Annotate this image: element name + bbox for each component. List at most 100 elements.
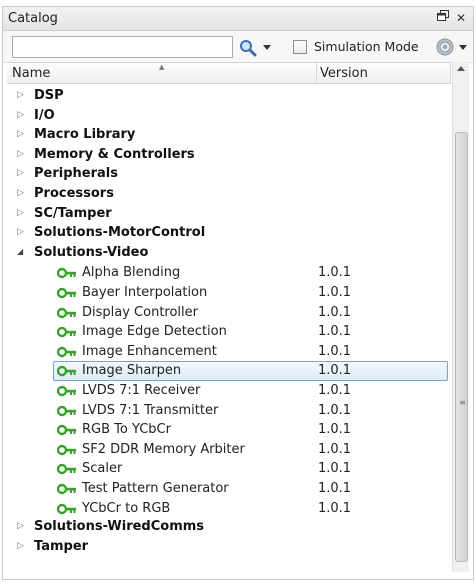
- ip-core-name: Image Sharpen: [82, 363, 182, 379]
- ip-core-key-icon: [56, 463, 77, 475]
- tree-item-row[interactable]: Test Pattern Generator 1.0.1: [7, 479, 451, 499]
- ip-core-name: SF2 DDR Memory Arbiter: [82, 441, 245, 457]
- panel-title: Catalog: [8, 11, 58, 26]
- ip-core-version: 1.0.1: [318, 383, 352, 398]
- ip-core-version: 1.0.1: [318, 402, 352, 418]
- ip-core-version: 1.0.1: [318, 324, 352, 340]
- tree-item-row[interactable]: SF2 DDR Memory Arbiter 1.0.1: [7, 440, 451, 460]
- ip-core-key-icon: [56, 307, 77, 319]
- collapsed-arrow-icon[interactable]: ▷: [17, 147, 29, 161]
- ip-core-key-icon: [56, 326, 77, 338]
- tree-category-row[interactable]: ▷ Processors: [7, 184, 451, 204]
- tree-category-label: DSP: [34, 88, 64, 103]
- tree-category-row[interactable]: ▷ Solutions-MotorControl: [7, 223, 451, 243]
- ip-core-key-icon: [56, 346, 77, 358]
- table-header: Name ▲ Version: [7, 62, 451, 84]
- ip-core-key-icon: [56, 287, 77, 299]
- ip-core-key-icon: [56, 503, 77, 515]
- ip-core-version: 1.0.1: [318, 500, 352, 516]
- tree-item-row[interactable]: Image Edge Detection 1.0.1: [7, 322, 451, 342]
- simulation-mode-label: Simulation Mode: [314, 39, 419, 54]
- tree-category-row[interactable]: ▷ SC/Tamper: [7, 204, 451, 224]
- ip-core-version: 1.0.1: [318, 481, 352, 496]
- ip-core-key-icon: [56, 405, 77, 417]
- tree-category-row[interactable]: ◢ Solutions-Video: [7, 243, 451, 263]
- scrollbar-thumb[interactable]: ≡: [455, 132, 468, 562]
- expanded-arrow-icon[interactable]: ◢: [17, 245, 29, 259]
- collapsed-arrow-icon[interactable]: ▷: [17, 206, 29, 220]
- tree-category-row[interactable]: ▷ Peripherals: [7, 164, 451, 184]
- ip-core-version: 1.0.1: [318, 461, 352, 477]
- search-icon[interactable]: [239, 39, 257, 57]
- ip-core-name: Image Edge Detection: [82, 324, 227, 340]
- tree-category-row[interactable]: ▷ Solutions-WiredComms: [7, 517, 451, 537]
- collapsed-arrow-icon[interactable]: ▷: [17, 88, 29, 102]
- column-header-version[interactable]: Version: [320, 66, 368, 81]
- collapsed-arrow-icon[interactable]: ▷: [17, 108, 29, 122]
- restore-window-icon[interactable]: [435, 10, 451, 26]
- tree-category-label: Processors: [34, 186, 114, 201]
- collapsed-arrow-icon[interactable]: ▷: [17, 166, 29, 180]
- ip-core-name: LVDS 7:1 Transmitter: [82, 402, 219, 418]
- ip-core-version: 1.0.1: [318, 285, 352, 300]
- column-separator[interactable]: [316, 63, 317, 84]
- tree-item-row[interactable]: Alpha Blending 1.0.1: [7, 263, 451, 283]
- panel-titlebar: Catalog ✕: [3, 7, 473, 31]
- tree-item-row[interactable]: YCbCr to RGB 1.0.1: [7, 499, 451, 519]
- ip-core-name: Alpha Blending: [82, 265, 181, 281]
- settings-chevron-icon[interactable]: [459, 45, 467, 50]
- collapsed-arrow-icon[interactable]: ▷: [17, 186, 29, 200]
- ip-core-name: Bayer Interpolation: [82, 285, 208, 300]
- tree-category-row[interactable]: ▷ I/O: [7, 106, 451, 126]
- tree-category-label: I/O: [34, 107, 55, 123]
- collapsed-arrow-icon[interactable]: ▷: [17, 127, 29, 141]
- ip-core-name: YCbCr to RGB: [82, 500, 171, 516]
- ip-core-key-icon: [56, 267, 77, 279]
- ip-core-version: 1.0.1: [318, 363, 352, 379]
- ip-core-version: 1.0.1: [318, 265, 352, 281]
- search-input[interactable]: [12, 36, 233, 58]
- tree-category-label: SC/Tamper: [34, 205, 112, 221]
- tree-category-row[interactable]: ▷ Tamper: [7, 537, 451, 557]
- ip-core-version: 1.0.1: [318, 441, 352, 457]
- tree-category-label: Solutions-WiredComms: [34, 519, 205, 535]
- ip-core-name: RGB To YCbCr: [82, 422, 171, 438]
- close-icon[interactable]: ✕: [453, 10, 469, 26]
- tree-category-label: Solutions-Video: [34, 244, 149, 260]
- ip-core-key-icon: [56, 385, 77, 397]
- ip-core-name: Image Enhancement: [82, 343, 217, 359]
- tree-category-row[interactable]: ▷ Macro Library: [7, 125, 451, 145]
- sort-ascending-icon: ▲: [159, 63, 165, 71]
- tree-category-label: Solutions-MotorControl: [34, 225, 206, 241]
- tree-item-row[interactable]: LVDS 7:1 Transmitter 1.0.1: [7, 401, 451, 421]
- tree-item-row[interactable]: LVDS 7:1 Receiver 1.0.1: [7, 381, 451, 401]
- ip-core-name: LVDS 7:1 Receiver: [82, 383, 201, 398]
- ip-core-key-icon: [56, 424, 77, 436]
- ip-core-version: 1.0.1: [318, 343, 352, 359]
- tree-category-label: Memory & Controllers: [34, 146, 195, 162]
- tree-item-row[interactable]: Image Enhancement 1.0.1: [7, 342, 451, 362]
- collapsed-arrow-icon[interactable]: ▷: [17, 225, 29, 239]
- tree-item-row[interactable]: Scaler 1.0.1: [7, 459, 451, 479]
- ip-core-name: Display Controller: [82, 304, 198, 320]
- tree-item-row[interactable]: Image Sharpen 1.0.1: [7, 361, 451, 382]
- collapsed-arrow-icon[interactable]: ▷: [17, 519, 29, 533]
- tree-item-row[interactable]: Display Controller 1.0.1: [7, 303, 451, 323]
- tree-item-row[interactable]: Bayer Interpolation 1.0.1: [7, 283, 451, 303]
- column-header-name[interactable]: Name: [12, 66, 50, 81]
- scrollbar-grip-icon: ≡: [459, 398, 466, 407]
- simulation-mode-checkbox[interactable]: [293, 40, 307, 54]
- ip-core-version: 1.0.1: [318, 422, 352, 438]
- search-options-chevron-icon[interactable]: [263, 45, 271, 50]
- tree-category-label: Macro Library: [34, 127, 136, 143]
- tree-category-label: Peripherals: [34, 166, 118, 182]
- scroll-up-arrow-icon[interactable]: [457, 66, 465, 71]
- tree-item-row[interactable]: RGB To YCbCr 1.0.1: [7, 420, 451, 440]
- tree-category-row[interactable]: ▷ DSP: [7, 86, 451, 106]
- collapsed-arrow-icon[interactable]: ▷: [17, 539, 29, 553]
- vertical-scrollbar[interactable]: ≡: [452, 62, 469, 572]
- tree-category-row[interactable]: ▷ Memory & Controllers: [7, 145, 451, 165]
- ip-core-name: Scaler: [82, 461, 123, 477]
- gear-icon[interactable]: [436, 38, 454, 56]
- tree-category-label: Tamper: [34, 538, 89, 554]
